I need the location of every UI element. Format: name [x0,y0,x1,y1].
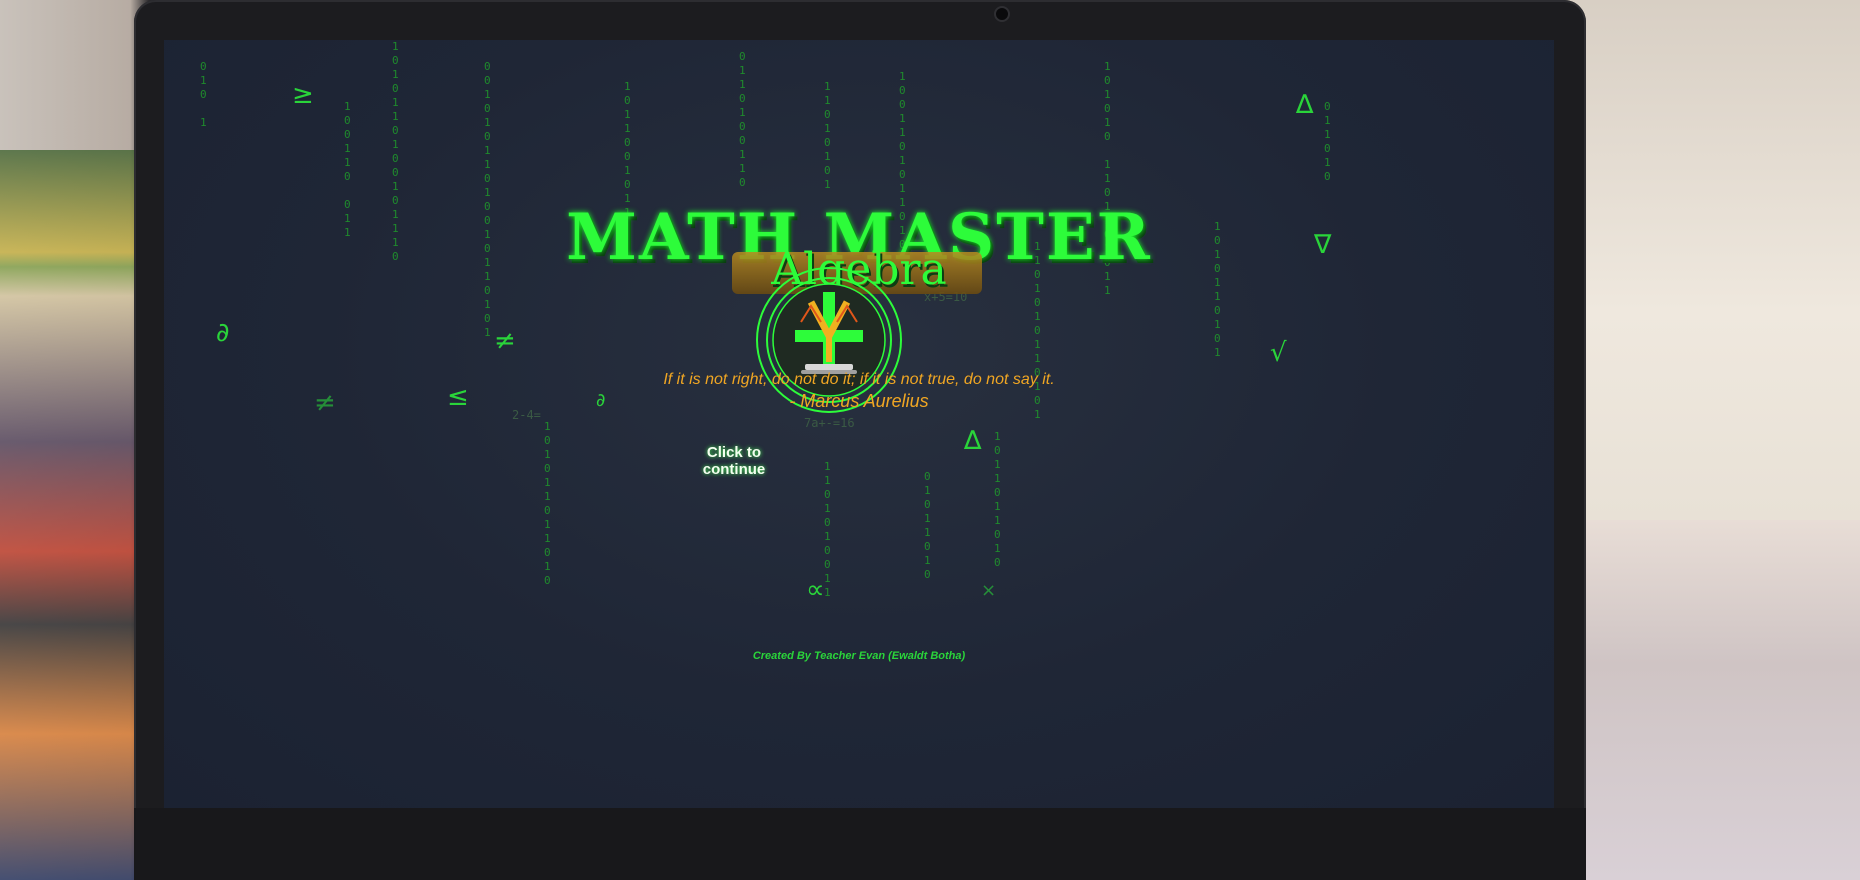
floating-math-symbol: √ [1270,338,1287,368]
binary-rain-column: 1 0 1 0 1 1 0 1 1 0 1 0 [544,420,551,587]
floating-math-symbol: ∝ [806,575,825,605]
binary-rain-column: 1 1 0 1 0 1 0 1 [824,80,831,191]
background-objects-right [1560,520,1860,880]
binary-rain-column: 0 1 1 0 1 0 0 1 1 0 [739,50,746,189]
laptop-base [134,808,1586,880]
quote-author: - Marcus Aurelius [789,391,929,411]
binary-rain-column: 0 1 0 1 1 0 1 0 [924,470,931,581]
binary-rain-column: 0 1 0 1 [200,60,207,129]
webcam-icon [994,6,1010,22]
floating-math-symbol: ∂ [216,318,230,348]
creator-credit: Created By Teacher Evan (Ewaldt Botha) [752,650,966,662]
binary-rain-column: 0 1 1 0 1 0 [1324,100,1331,183]
continue-button[interactable]: Click to continue [679,442,789,480]
floating-math-symbol: × [981,580,997,601]
background-wall [1560,0,1860,520]
floating-math-symbol: ≥ [292,80,314,110]
quote-text: If it is not right, do not do it; if it … [663,371,1055,388]
background-objects-left [0,150,150,880]
binary-rain-column: 1 0 1 1 0 1 1 0 1 0 [994,430,1001,569]
floating-math-symbol: ∆ [1296,90,1314,120]
binary-rain-column: 1 1 0 1 0 1 0 0 1 1 [824,460,831,599]
floating-math-symbol: ≠ [494,326,516,356]
game-screen[interactable]: 0 1 0 1 1 0 0 1 1 0 0 1 1 1 0 1 0 1 1 0 … [164,40,1554,808]
floating-math-symbol: ∆ [964,426,982,456]
